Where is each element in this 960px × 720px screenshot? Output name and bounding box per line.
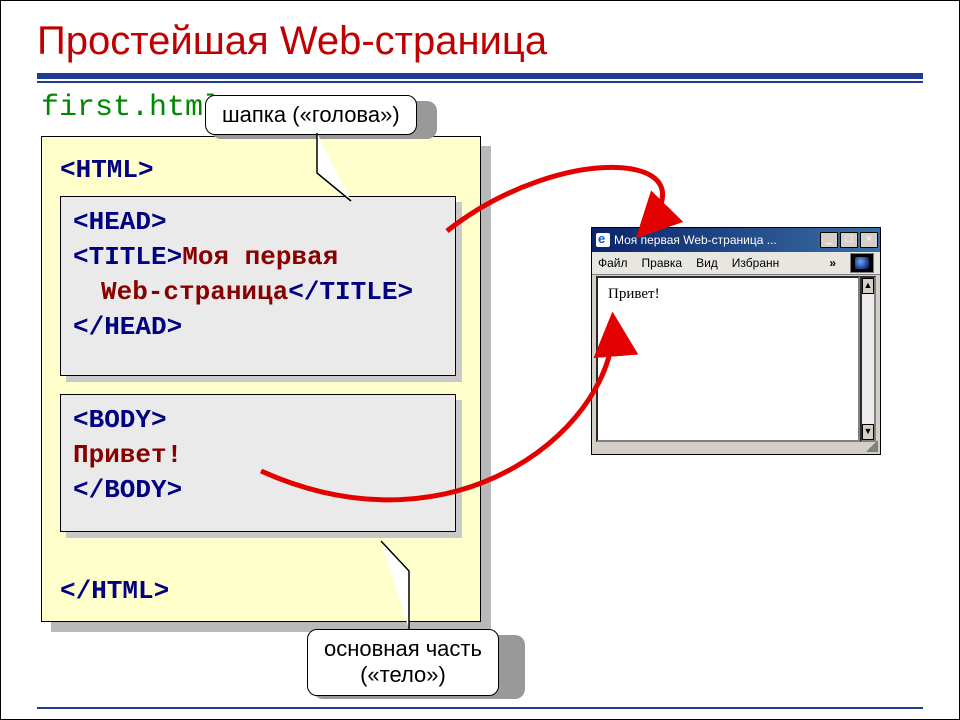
code-title-text2: Web-страница	[101, 277, 288, 307]
callout-body-text1: основная часть	[324, 636, 482, 661]
slide-title: Простейшая Web-страница	[37, 19, 547, 64]
browser-window-title: Моя первая Web-страница ...	[614, 233, 777, 247]
vertical-scrollbar[interactable]: ▲ ▼	[860, 276, 876, 442]
scroll-down-button[interactable]: ▼	[862, 424, 874, 440]
callout-body-text2: («тело»)	[360, 662, 446, 687]
menu-more[interactable]: »	[829, 256, 836, 270]
browser-menubar: Файл Правка Вид Избранн »	[592, 252, 880, 275]
filename-label: first.html	[41, 91, 221, 125]
browser-window: Моя первая Web-страница ... _ □ × Файл П…	[591, 227, 881, 455]
code-title-line: <TITLE>Моя первая	[73, 240, 443, 275]
code-title-close: </TITLE>	[288, 277, 413, 307]
code-body-close: </BODY>	[73, 473, 443, 508]
menu-favorites[interactable]: Избранн	[732, 256, 779, 270]
callout-head-text: шапка («голова»)	[222, 102, 400, 127]
code-title-line2: Web-страница</TITLE>	[73, 275, 443, 310]
close-button[interactable]: ×	[860, 232, 878, 248]
menu-file[interactable]: Файл	[598, 256, 628, 270]
title-rule	[37, 73, 923, 79]
callout-head: шапка («голова»)	[205, 95, 417, 135]
code-title-text1: Моя первая	[182, 242, 338, 272]
scroll-up-button[interactable]: ▲	[862, 278, 874, 294]
browser-viewport: Привет!	[596, 276, 860, 442]
menu-view[interactable]: Вид	[696, 256, 718, 270]
throbber-icon	[850, 253, 874, 273]
code-body-open: <BODY>	[73, 403, 443, 438]
code-box: <HTML> <HEAD> <TITLE>Моя первая Web-стра…	[41, 136, 481, 622]
minimize-button[interactable]: _	[820, 232, 838, 248]
callout-body: основная часть («тело»)	[307, 629, 499, 696]
resize-handle[interactable]	[866, 440, 878, 452]
code-html-close: </HTML>	[60, 574, 462, 609]
browser-titlebar: Моя первая Web-страница ... _ □ ×	[592, 228, 880, 252]
code-head-close: </HEAD>	[73, 310, 443, 345]
code-body-text: Привет!	[73, 438, 443, 473]
menu-edit[interactable]: Правка	[642, 256, 683, 270]
bottom-rule	[37, 707, 923, 709]
slide: Простейшая Web-страница first.html <HTML…	[0, 0, 960, 720]
code-html-open: <HTML>	[60, 153, 462, 188]
ie-icon	[596, 233, 610, 247]
code-head-open: <HEAD>	[73, 205, 443, 240]
code-title-open: <TITLE>	[73, 242, 182, 272]
page-body-text: Привет!	[608, 286, 660, 302]
maximize-button[interactable]: □	[840, 232, 858, 248]
